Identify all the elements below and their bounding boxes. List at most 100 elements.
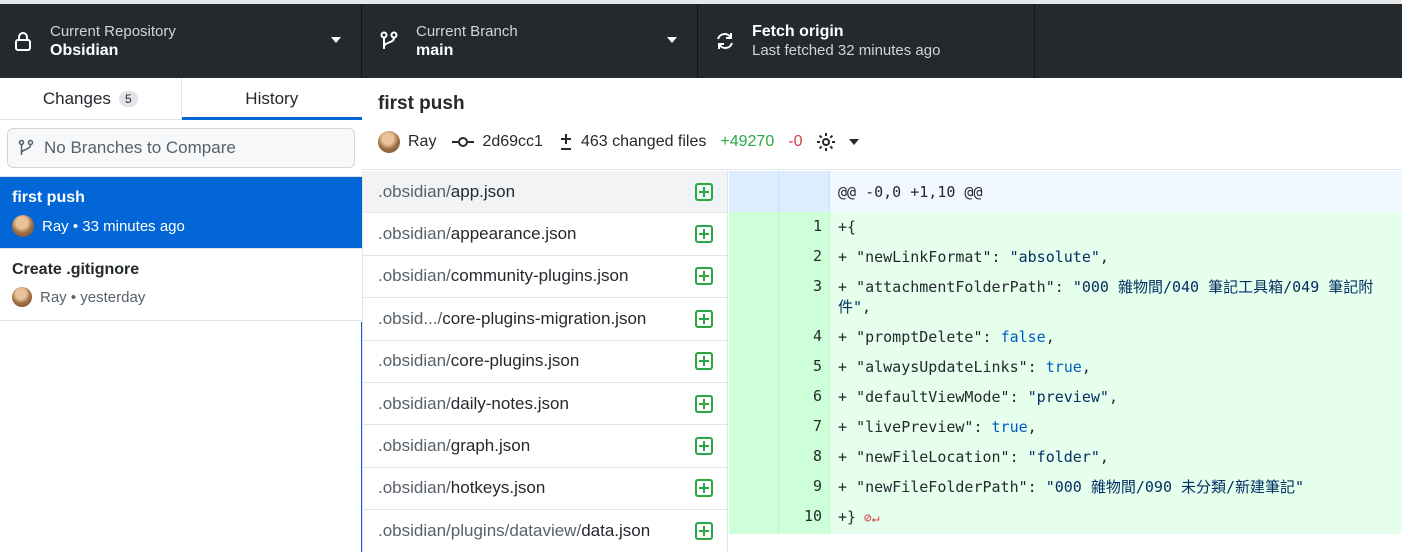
diff-code: + "newFileFolderPath": "000 雜物間/090 未分類/…: [830, 472, 1402, 502]
tab-history-label: History: [245, 88, 299, 108]
json-comma: ,: [1108, 388, 1118, 406]
file-name: graph.json: [450, 436, 531, 456]
diff-line-added[interactable]: 2 + "newLinkFormat": "absolute",: [729, 242, 1402, 272]
json-comma: ,: [1099, 448, 1109, 466]
diff-prefix: +: [838, 278, 857, 296]
repository-name: Obsidian: [50, 42, 119, 59]
tab-changes-label: Changes: [42, 88, 111, 108]
branch-icon: [18, 139, 34, 155]
json-comma: ,: [1045, 328, 1055, 346]
lock-icon: [12, 30, 34, 52]
json-key: "defaultViewMode": [856, 388, 1010, 406]
json-key: "newLinkFormat": [856, 248, 992, 266]
diff-code: +} ⊘↵: [830, 502, 1402, 534]
json-separator: :: [991, 248, 1010, 266]
line-number: 7: [779, 412, 830, 442]
diff-gutter-old: [729, 272, 779, 322]
file-added-icon: [695, 182, 713, 201]
json-value: true: [991, 418, 1028, 436]
file-path: .obsidian/core-plugins.json: [378, 351, 695, 371]
diff-prefix: +: [838, 508, 848, 526]
chevron-down-icon: [331, 37, 341, 43]
diff-line-added[interactable]: 7 + "livePreview": true,: [729, 412, 1402, 442]
current-repository-button[interactable]: Current Repository Obsidian: [0, 4, 362, 78]
commit-summary-title: first push: [378, 93, 465, 114]
json-key: "livePreview": [856, 418, 974, 436]
json-value: "absolute": [1009, 248, 1100, 266]
file-list-item[interactable]: .obsidian/graph.json: [363, 425, 727, 468]
fetch-status: Last fetched 32 minutes ago: [752, 42, 941, 59]
file-list-item[interactable]: .obsidian/appearance.json: [363, 213, 727, 256]
diff-gutter-old: [729, 472, 779, 502]
line-number: 5: [779, 352, 830, 382]
diff-line-added[interactable]: 6 + "defaultViewMode": "preview",: [729, 382, 1402, 412]
tab-changes[interactable]: Changes 5: [0, 78, 182, 119]
diff-line-added[interactable]: 4 + "promptDelete": false,: [729, 322, 1402, 352]
file-list-item[interactable]: .obsidian/plugins/dataview/data.json: [363, 510, 727, 552]
file-added-icon: [695, 437, 713, 456]
file-path: .obsidian/app.json: [378, 182, 695, 202]
line-number: 3: [779, 272, 830, 322]
tab-history[interactable]: History: [181, 78, 363, 120]
diff-line-added[interactable]: 5 + "alwaysUpdateLinks": true,: [729, 352, 1402, 382]
diff-settings-button[interactable]: [816, 132, 860, 152]
diff-code: + "defaultViewMode": "preview",: [830, 382, 1402, 412]
json-separator: :: [1009, 448, 1028, 466]
deletions-count: -0: [788, 133, 803, 150]
file-name: core-plugins.json: [450, 351, 580, 371]
diff-code: + "livePreview": true,: [830, 412, 1402, 442]
file-list-item[interactable]: .obsidian/daily-notes.json: [363, 383, 727, 426]
json-separator: :: [1054, 278, 1073, 296]
line-number: 2: [779, 242, 830, 272]
chevron-down-icon: [849, 139, 860, 145]
diff-code: + "attachmentFolderPath": "000 雜物間/040 筆…: [830, 272, 1402, 322]
file-list-item[interactable]: .obsid.../core-plugins-migration.json: [363, 298, 727, 341]
fetch-origin-button[interactable]: Fetch origin Last fetched 32 minutes ago: [698, 4, 1035, 78]
gear-icon: [817, 133, 836, 151]
diff-line-added[interactable]: 9 + "newFileFolderPath": "000 雜物間/090 未分類…: [729, 472, 1402, 502]
diff-line-added[interactable]: 8 + "newFileLocation": "folder",: [729, 442, 1402, 472]
file-name: daily-notes.json: [450, 393, 569, 413]
file-name: core-plugins-migration.json: [442, 308, 647, 328]
compare-branch-input[interactable]: No Branches to Compare: [7, 128, 355, 168]
file-list-item[interactable]: .obsidian/community-plugins.json: [363, 256, 727, 299]
commit-title: Create .gitignore: [12, 261, 140, 278]
diff-gutter-old: [729, 442, 779, 472]
current-branch-button[interactable]: Current Branch main: [362, 4, 698, 78]
hunk-header-text: @@ -0,0 +1,10 @@: [838, 182, 983, 201]
diff-prefix: +: [838, 448, 857, 466]
json-value: false: [1000, 328, 1046, 346]
line-number: 10: [779, 502, 830, 534]
diff-line-added[interactable]: 1 +{: [729, 212, 1402, 242]
diff-gutter-old: [729, 242, 779, 272]
file-added-icon: [695, 479, 713, 498]
file-dir: .obsidian/plugins/dataview/: [378, 520, 582, 540]
line-number: 9: [779, 472, 830, 502]
file-added-icon: [695, 309, 713, 328]
file-list-item[interactable]: .obsidian/hotkeys.json: [363, 468, 727, 511]
file-dir: .obsidian/: [378, 436, 451, 456]
diff-icon: [560, 134, 571, 150]
commit-author: Ray: [42, 217, 69, 235]
file-list-item[interactable]: .obsidian/app.json: [363, 171, 727, 214]
file-path: .obsid.../core-plugins-migration.json: [378, 309, 695, 329]
diff-line-added[interactable]: 3 + "attachmentFolderPath": "000 雜物間/040 …: [729, 272, 1402, 322]
file-path: .obsidian/hotkeys.json: [378, 478, 695, 498]
json-key: {: [847, 218, 857, 236]
file-path: .obsidian/daily-notes.json: [378, 394, 695, 414]
diff-gutter-old: [729, 382, 779, 412]
json-key: "alwaysUpdateLinks": [856, 358, 1028, 376]
commit-time: 33 minutes ago: [82, 217, 185, 235]
file-dir: .obsidian/: [378, 181, 451, 201]
commit-list-item[interactable]: first push Ray • 33 minutes ago: [0, 177, 362, 249]
diff-prefix: +: [838, 478, 857, 496]
diff-line-added[interactable]: 10 +} ⊘↵: [729, 502, 1402, 534]
commit-sha[interactable]: 2d69cc1: [452, 133, 543, 151]
meta-separator: •: [68, 217, 83, 235]
meta-separator: •: [66, 288, 81, 306]
commit-meta: Ray • 33 minutes ago: [12, 215, 350, 237]
json-comma: ,: [1027, 418, 1037, 436]
file-list-item[interactable]: .obsidian/core-plugins.json: [363, 341, 727, 383]
commit-list-item[interactable]: Create .gitignore Ray • yesterday: [0, 249, 362, 321]
file-added-icon: [695, 394, 713, 413]
